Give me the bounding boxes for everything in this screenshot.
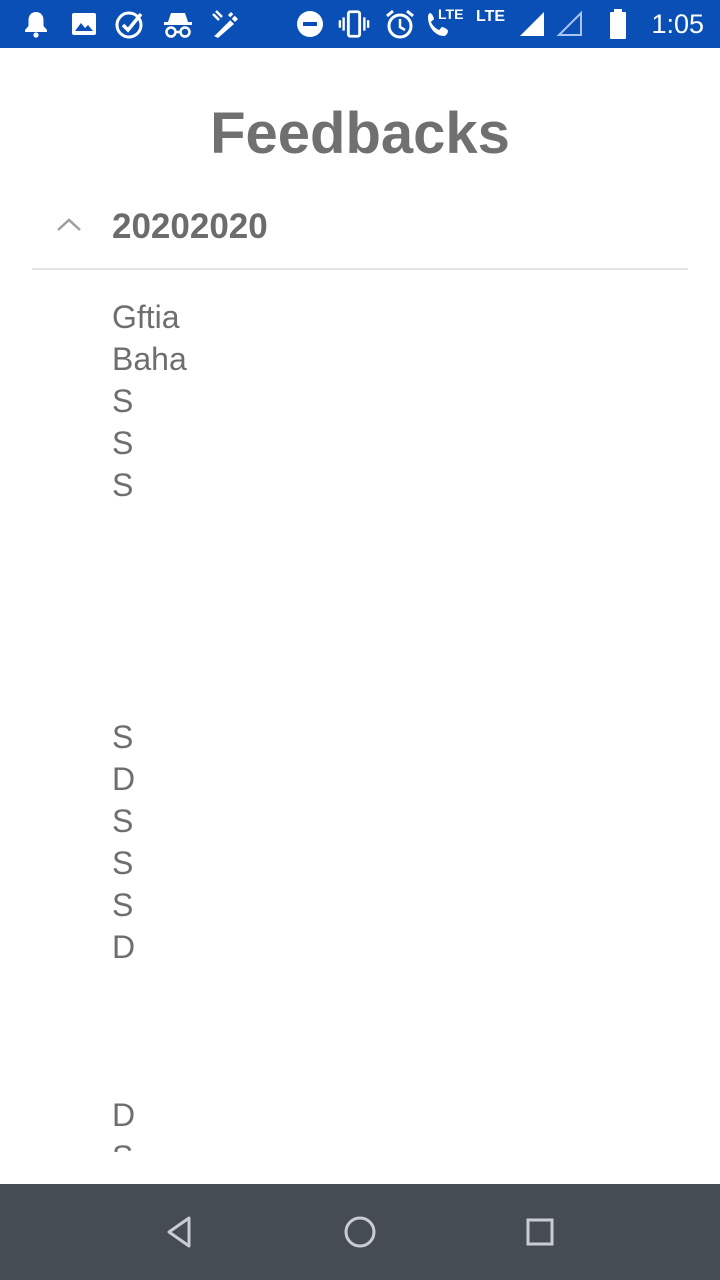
signal-icon — [516, 8, 548, 40]
list-item — [112, 968, 672, 1010]
list-item: S — [112, 425, 134, 461]
page-title: Feedbacks — [210, 101, 510, 166]
home-button[interactable] — [336, 1208, 384, 1256]
list-item — [112, 590, 672, 632]
list-item — [112, 506, 672, 548]
do-not-disturb-icon — [294, 8, 326, 40]
feedbacks-screen: Feedbacks 20202020 Gftia Baha S S S S D … — [0, 48, 720, 1152]
section-header[interactable]: 20202020 — [32, 198, 688, 270]
list-item — [112, 632, 672, 674]
list-item: S — [112, 887, 134, 923]
list-item — [112, 1010, 672, 1052]
list-item: S — [112, 1136, 672, 1152]
list-item: S — [112, 845, 134, 881]
status-bar: LTE LTE 1:05 — [0, 0, 720, 48]
feedback-list: Gftia Baha S S S S D S S S D D S — [112, 296, 672, 1152]
status-time: 1:05 — [651, 9, 704, 39]
image-icon — [68, 8, 100, 40]
list-item: Baha — [112, 341, 187, 377]
vibrate-icon — [338, 8, 370, 40]
list-item — [112, 674, 672, 716]
wrench-pencil-icon — [210, 8, 242, 40]
section-label: 20202020 — [112, 207, 268, 246]
list-item: S — [112, 383, 134, 419]
list-item: Gftia — [112, 299, 180, 335]
chevron-up-icon[interactable] — [54, 210, 84, 240]
lte-indicator: LTE — [438, 6, 464, 22]
lte-indicator-2: LTE — [476, 8, 506, 25]
list-item — [112, 548, 672, 590]
list-item: D — [112, 929, 136, 965]
battery-icon — [602, 8, 634, 40]
list-item: D — [112, 1097, 136, 1133]
list-item: S — [112, 467, 134, 503]
navigation-bar — [0, 1184, 720, 1280]
list-item — [112, 1052, 672, 1094]
list-item: D — [112, 761, 136, 797]
recents-button[interactable] — [516, 1208, 564, 1256]
back-button[interactable] — [156, 1208, 204, 1256]
alarm-clock-icon — [384, 8, 416, 40]
incognito-icon — [162, 8, 194, 40]
list-item: S — [112, 719, 134, 755]
notification-bell-icon — [20, 8, 52, 40]
check-circle-icon — [114, 8, 146, 40]
list-item: S — [112, 803, 134, 839]
signal-empty-icon — [554, 8, 586, 40]
